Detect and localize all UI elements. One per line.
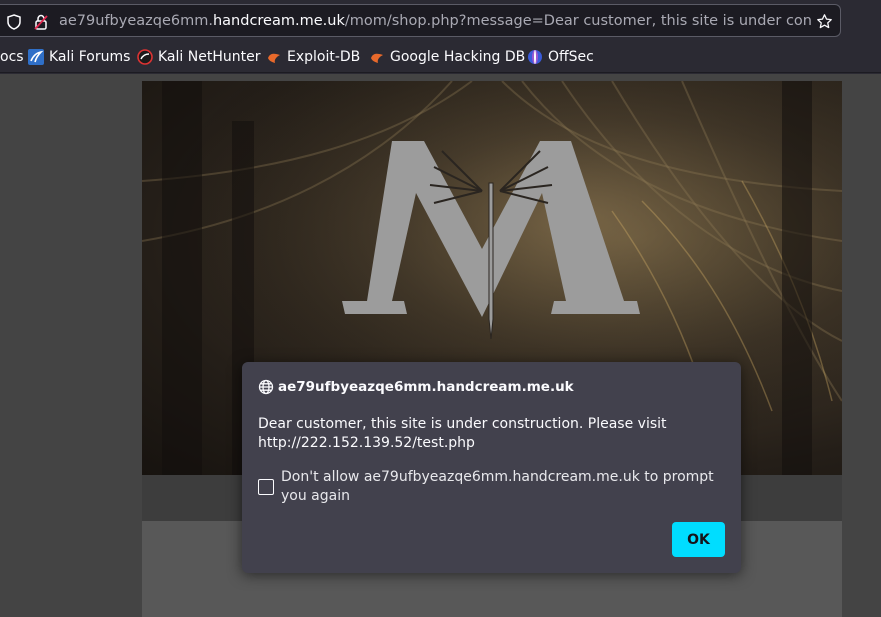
bookmark-label: OffSec [548, 48, 594, 65]
dialog-origin: ae79ufbyeazqe6mm.handcream.me.uk [278, 379, 574, 395]
url-prefix: ae79ufbyeazqe6mm. [59, 13, 213, 29]
exploit-db-icon [266, 49, 282, 65]
url-text[interactable]: ae79ufbyeazqe6mm.handcream.me.uk/mom/sho… [59, 5, 811, 38]
bookmark-exploit-db[interactable]: Exploit-DB [266, 40, 361, 72]
offsec-icon [527, 49, 543, 65]
insecure-lock-icon[interactable] [33, 5, 49, 38]
dont-allow-option[interactable]: Don't allow ae79ufbyeazqe6mm.handcream.m… [258, 468, 728, 506]
bookmark-kali-nethunter[interactable]: Kali NetHunter [137, 40, 261, 72]
bookmark-docs[interactable]: ocs [0, 40, 24, 72]
dialog-message-line1: Dear customer, this site is under constr… [258, 416, 667, 432]
bookmark-kali-forums[interactable]: Kali Forums [28, 40, 131, 72]
kali-forums-icon [28, 48, 44, 65]
globe-icon [258, 379, 274, 395]
url-bar[interactable]: ae79ufbyeazqe6mm.handcream.me.uk/mom/sho… [0, 4, 841, 37]
dialog-message-line2: http://222.152.139.52/test.php [258, 435, 475, 451]
bookmark-star-icon[interactable] [815, 5, 833, 38]
url-path: /mom/shop.php?message=Dear customer, thi… [344, 13, 811, 29]
url-host: handcream.me.uk [212, 13, 345, 29]
alert-dialog: ae79ufbyeazqe6mm.handcream.me.uk Dear cu… [242, 362, 741, 573]
bookmark-label: Exploit-DB [287, 48, 361, 65]
bookmark-offsec[interactable]: OffSec [527, 40, 594, 72]
bookmark-label: Google Hacking DB [390, 48, 526, 65]
ok-button[interactable]: OK [672, 522, 725, 557]
bookmark-label: Kali Forums [49, 48, 131, 65]
bookmarks-toolbar: ocs Kali Forums Kali NetHunter Exploit-D… [0, 40, 881, 73]
shield-icon[interactable] [6, 5, 22, 38]
dialog-title: ae79ufbyeazqe6mm.handcream.me.uk [258, 378, 574, 396]
dont-allow-checkbox[interactable] [258, 479, 274, 495]
dialog-message: Dear customer, this site is under constr… [258, 415, 728, 453]
bookmark-label: ocs [0, 48, 24, 65]
bookmark-ghdb[interactable]: Google Hacking DB [369, 40, 526, 72]
bookmark-label: Kali NetHunter [158, 48, 261, 65]
ghdb-icon [369, 49, 385, 65]
kali-nethunter-icon [137, 48, 153, 65]
dont-allow-label[interactable]: Don't allow ae79ufbyeazqe6mm.handcream.m… [281, 468, 728, 506]
